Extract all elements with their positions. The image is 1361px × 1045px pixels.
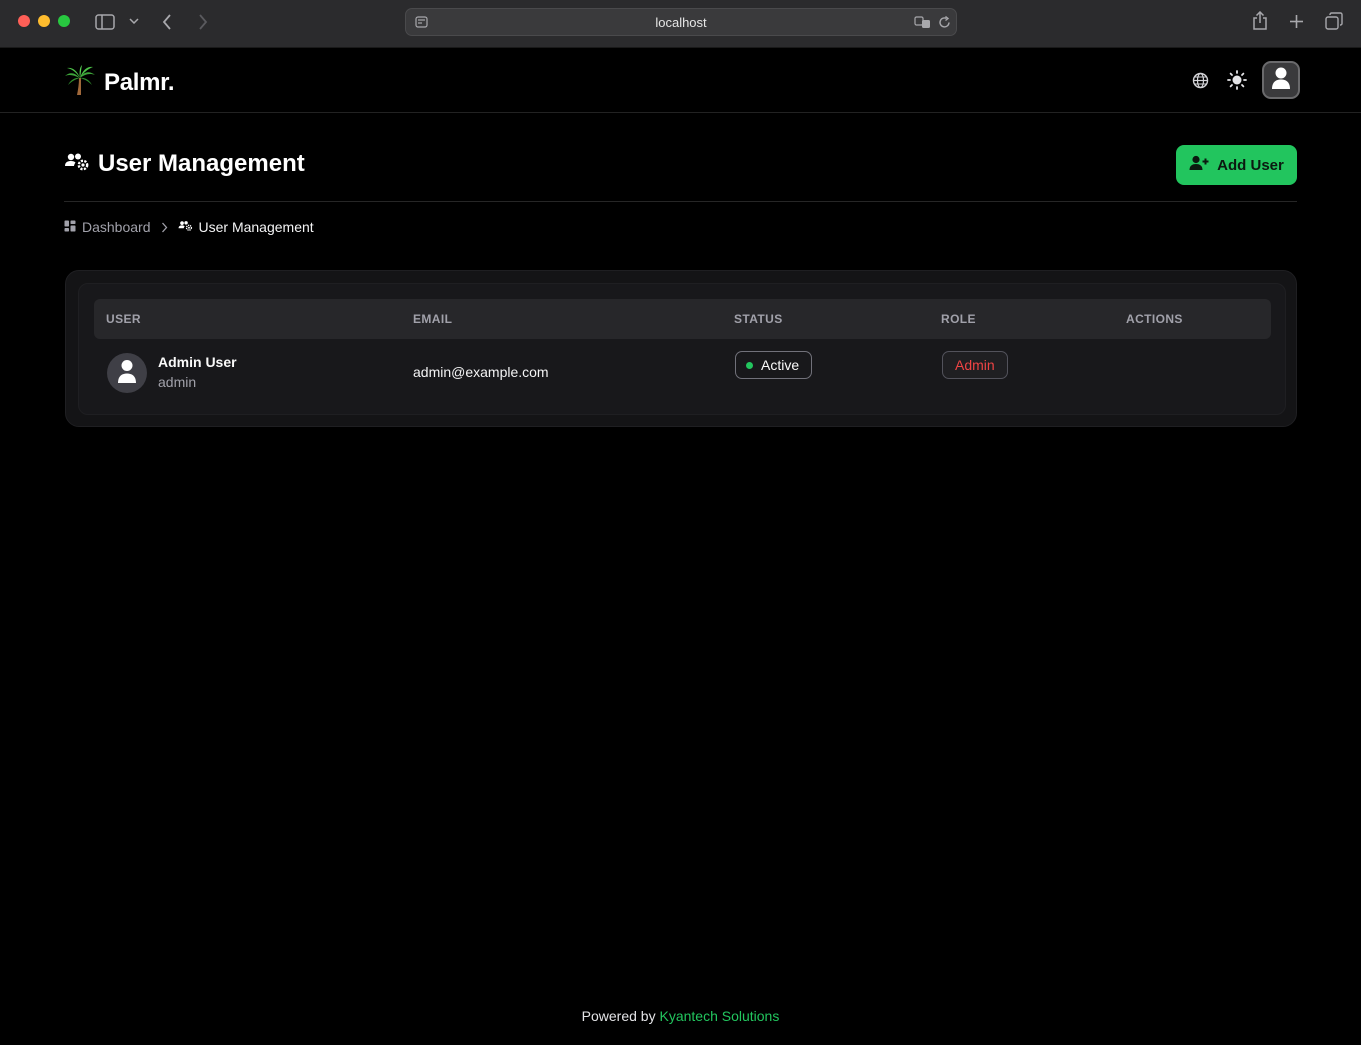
browser-toolbar: localhost — [0, 0, 1361, 48]
reload-icon[interactable] — [936, 14, 952, 30]
breadcrumb-dashboard-label: Dashboard — [82, 219, 151, 235]
add-user-label: Add User — [1217, 156, 1284, 174]
column-header-status: STATUS — [734, 312, 783, 326]
users-table: USER EMAIL STATUS ROLE ACTIONS Admin Use… — [78, 283, 1286, 415]
share-icon[interactable] — [1250, 10, 1270, 32]
page-title: User Management — [98, 150, 305, 177]
avatar — [107, 353, 147, 393]
status-dot-icon — [746, 361, 753, 369]
tab-overview-icon[interactable] — [1324, 11, 1344, 31]
close-window-button[interactable] — [18, 15, 30, 27]
footer-prefix: Powered by — [581, 1008, 656, 1024]
user-plus-icon — [1189, 155, 1209, 175]
users-cog-icon — [178, 219, 193, 235]
column-header-role: ROLE — [941, 312, 976, 326]
sun-icon[interactable] — [1226, 69, 1248, 91]
new-tab-icon[interactable] — [1287, 12, 1305, 30]
page-heading: User Management — [64, 150, 305, 178]
table-row: Admin User admin admin@example.com Activ… — [94, 339, 1271, 405]
column-header-actions: ACTIONS — [1126, 312, 1183, 326]
breadcrumb-current-label: User Management — [198, 219, 314, 235]
breadcrumb-current: User Management — [178, 219, 314, 235]
user-icon — [1271, 66, 1291, 95]
back-icon[interactable] — [158, 12, 176, 32]
user-name: Admin User — [158, 354, 237, 370]
chevron-down-icon[interactable] — [128, 15, 140, 27]
footer-link[interactable]: Kyantech Solutions — [659, 1008, 779, 1024]
column-header-email: EMAIL — [413, 312, 453, 326]
user-username: admin — [158, 374, 197, 390]
translate-icon[interactable] — [913, 14, 931, 30]
chevron-right-icon — [161, 222, 168, 233]
header-divider — [64, 201, 1297, 202]
app-logo[interactable]: Palmr. — [64, 64, 175, 101]
status-badge: Active — [735, 351, 813, 379]
column-header-user: USER — [106, 312, 141, 326]
address-bar[interactable]: localhost — [405, 8, 957, 36]
user-email: admin@example.com — [413, 364, 549, 380]
palm-tree-icon — [64, 64, 96, 101]
status-label: Active — [761, 357, 800, 373]
user-icon — [117, 358, 137, 389]
role-label: Admin — [955, 357, 995, 373]
users-card: USER EMAIL STATUS ROLE ACTIONS Admin Use… — [65, 270, 1297, 427]
app-header: Palmr. — [0, 48, 1361, 113]
breadcrumb-dashboard[interactable]: Dashboard — [64, 219, 151, 235]
minimize-window-button[interactable] — [38, 15, 50, 27]
role-badge: Admin — [942, 351, 1008, 379]
url-text: localhost — [655, 15, 707, 30]
user-menu-button[interactable] — [1262, 61, 1300, 99]
globe-icon[interactable] — [1190, 70, 1210, 90]
add-user-button[interactable]: Add User — [1176, 145, 1297, 185]
maximize-window-button[interactable] — [58, 15, 70, 27]
footer: Powered by Kyantech Solutions — [0, 1008, 1361, 1024]
sidebar-toggle-icon[interactable] — [94, 12, 116, 32]
users-cog-icon — [64, 152, 90, 177]
dashboard-icon — [64, 219, 76, 235]
forward-icon[interactable] — [194, 12, 212, 32]
breadcrumb: Dashboard User Management — [64, 219, 314, 235]
app-name: Palmr. — [104, 68, 175, 96]
table-header: USER EMAIL STATUS ROLE ACTIONS — [94, 299, 1271, 339]
